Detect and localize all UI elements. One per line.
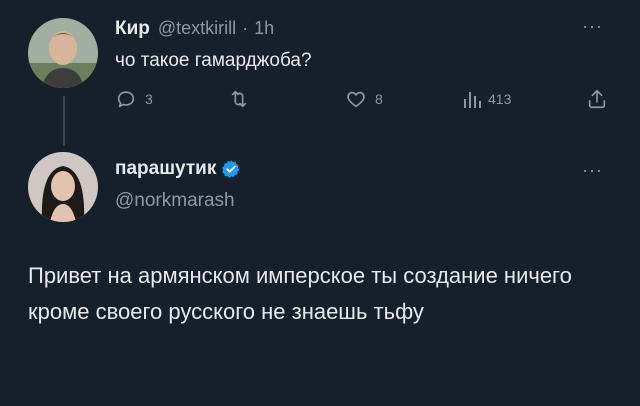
more-horizontal-icon: ··· — [582, 16, 603, 36]
display-name[interactable]: парашутик — [115, 158, 216, 180]
reply-tweet-header: парашутик — [115, 158, 241, 180]
analytics-icon — [464, 92, 481, 108]
reply-button[interactable]: 3 — [115, 88, 153, 110]
reply-count: 3 — [145, 91, 153, 107]
thread-connector-line — [63, 96, 65, 146]
share-button[interactable] — [586, 87, 608, 111]
avatar[interactable] — [28, 18, 98, 88]
more-options-button[interactable]: ··· — [582, 16, 603, 37]
avatar[interactable] — [28, 152, 98, 222]
more-options-button[interactable]: ··· — [582, 160, 603, 181]
more-horizontal-icon: ··· — [582, 160, 603, 180]
tweet-text: Привет на армянском имперское ты создани… — [28, 263, 572, 324]
retweet-icon — [231, 90, 247, 108]
tweet-text: чо такое гамарджоба? — [115, 50, 312, 71]
avatar-image — [28, 152, 98, 222]
views-count: 413 — [488, 91, 512, 107]
share-icon — [588, 89, 606, 109]
verified-badge-icon — [221, 159, 241, 179]
heart-icon — [347, 91, 365, 108]
timestamp[interactable]: 1h — [254, 18, 274, 39]
avatar-image — [28, 18, 98, 88]
separator: · — [242, 18, 249, 38]
display-name[interactable]: Кир — [115, 18, 150, 40]
parent-tweet-header: Кир @textkirill · 1h — [115, 18, 274, 40]
reply-icon — [117, 91, 135, 108]
like-count: 8 — [375, 91, 383, 107]
handle[interactable]: @textkirill — [158, 18, 236, 39]
handle[interactable]: @norkmarash — [115, 190, 235, 212]
like-button[interactable]: 8 — [345, 88, 383, 110]
retweet-button[interactable] — [227, 88, 257, 110]
views-button[interactable]: 413 — [462, 88, 511, 110]
